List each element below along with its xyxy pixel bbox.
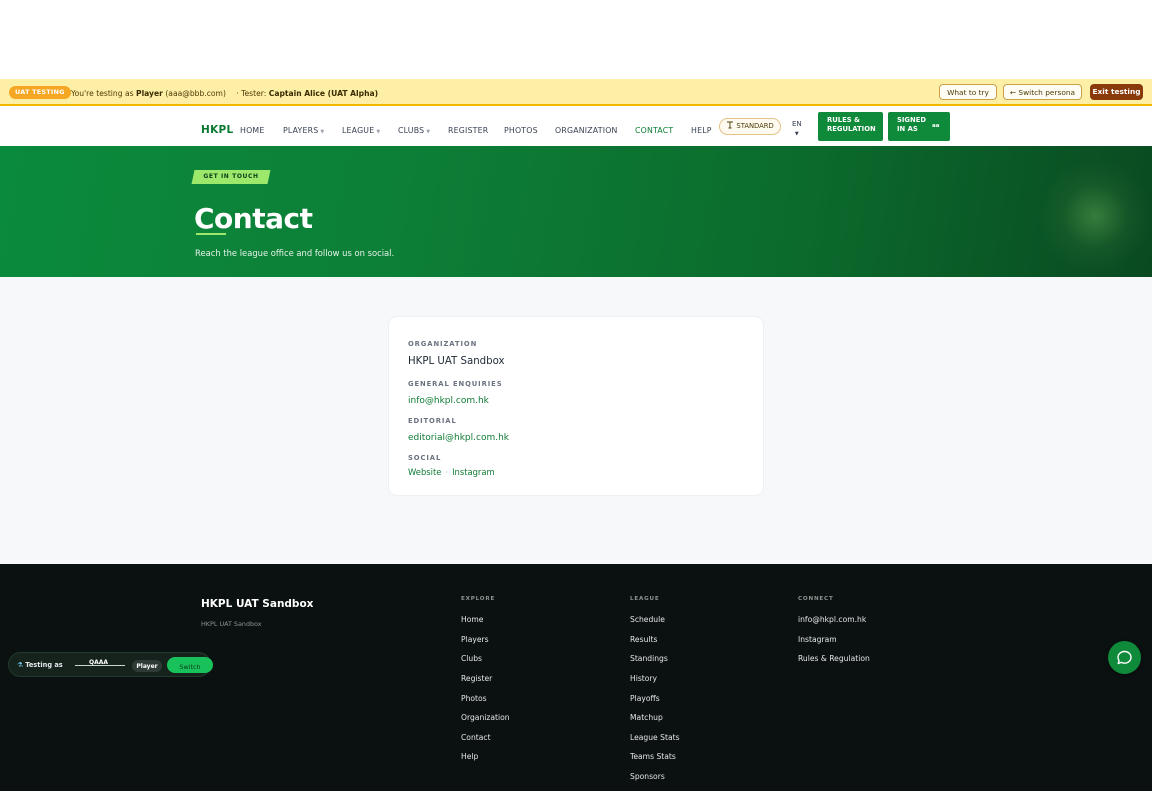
footer-brand-sub: HKPL UAT Sandbox [201,620,262,628]
rules-line-2: REGULATION [827,125,876,133]
text-mode-label: STANDARD [736,122,774,130]
rules-regulation-button[interactable]: RULES & REGULATION [818,112,883,141]
persona-role-select[interactable]: Player [132,660,162,672]
footer-link-league-stats[interactable]: League Stats [630,733,680,742]
site-footer: HKPL UAT Sandbox HKPL UAT Sandbox EXPLOR… [0,564,1152,791]
persona-label-text: Testing as [25,661,63,669]
nav-item-organization[interactable]: ORGANIZATION [555,126,618,135]
persona-label: ⚗ Testing as [17,661,63,669]
language-label: EN [792,120,802,128]
footer-link-matchup[interactable]: Matchup [630,713,663,722]
nav-item-photos[interactable]: PHOTOS [504,126,538,135]
language-select[interactable]: EN ▼ [792,120,802,139]
uat-email: (aaa@bbb.com) [165,89,226,98]
rules-line-1: RULES & [827,116,860,124]
general-enquiries-label: GENERAL ENQUIRIES [408,380,503,388]
footer-link-sponsors[interactable]: Sponsors [630,772,665,781]
editorial-email-link[interactable]: editorial@hkpl.com.hk [408,433,509,443]
nav-item-clubs-label: CLUBS [398,126,425,135]
contact-card: ORGANIZATION HKPL UAT Sandbox GENERAL EN… [389,317,763,495]
instagram-link[interactable]: Instagram [452,467,495,477]
exit-testing-button[interactable]: Exit testing [1090,84,1143,100]
what-to-try-button[interactable]: What to try [939,84,997,100]
uat-role: Player [136,89,163,98]
page-subtitle: Reach the league office and follow us on… [195,248,395,258]
nav-item-contact[interactable]: CONTACT [635,126,673,135]
footer-link-home[interactable]: Home [461,615,483,624]
nav-item-league[interactable]: LEAGUE ▼ [342,126,380,135]
footer-link-clubs[interactable]: Clubs [461,654,482,663]
social-separator: · [445,467,449,477]
editorial-label: EDITORIAL [408,417,457,425]
chat-bubble-icon [1117,650,1132,665]
uat-tester-prefix: · Tester: [236,89,267,98]
hero-kicker: GET IN TOUCH [191,170,271,184]
footer-link-rules[interactable]: Rules & Regulation [798,654,870,663]
signed-line-2: IN AS [897,125,918,133]
nav-item-home[interactable]: HOME [240,126,264,135]
general-email-link[interactable]: info@hkpl.com.hk [408,396,489,406]
footer-link-results[interactable]: Results [630,635,657,644]
footer-link-contact[interactable]: Contact [461,733,491,742]
nav-item-players[interactable]: PLAYERS ▼ [283,126,324,135]
footer-connect-heading: CONNECT [798,596,834,602]
uat-banner: UAT TESTING You're testing as Player (aa… [0,79,1152,106]
site-logo[interactable]: HKPL [201,124,234,136]
nav-item-clubs[interactable]: CLUBS ▼ [398,126,430,135]
footer-link-schedule[interactable]: Schedule [630,615,665,624]
footer-link-standings[interactable]: Standings [630,654,668,663]
flask-icon: ⚗ [17,661,23,669]
website-link[interactable]: Website [408,467,441,477]
page-title: Contact [194,202,313,235]
footer-link-email[interactable]: info@hkpl.com.hk [798,615,866,624]
footer-link-teams-stats[interactable]: Teams Stats [630,752,676,761]
nav-item-players-label: PLAYERS [283,126,319,135]
footer-brand: HKPL UAT Sandbox [201,598,314,610]
footer-link-history[interactable]: History [630,674,657,683]
main-nav: HKPL HOME PLAYERS ▼ LEAGUE ▼ CLUBS ▼ REGIST… [0,106,1152,146]
persona-name: QAAA [89,659,109,666]
uat-status-text: You're testing as Player (aaa@bbb.com) ·… [71,89,378,98]
chevron-down-icon: ▼ [376,129,381,135]
signed-line-1: SIGNED [897,116,926,124]
footer-link-organization[interactable]: Organization [461,713,510,722]
uat-badge: UAT TESTING [9,86,71,99]
hero-kicker-text: GET IN TOUCH [203,173,259,180]
uat-tester-name: Captain Alice (UAT Alpha) [268,89,379,98]
footer-link-instagram[interactable]: Instagram [798,635,837,644]
social-links: Website · Instagram [408,467,495,477]
organization-label: ORGANIZATION [408,340,478,348]
text-size-icon [727,121,734,129]
user-initials: aa [932,123,940,129]
nav-item-help[interactable]: HELP [691,126,712,135]
nav-item-league-label: LEAGUE [342,126,375,135]
main-content: ORGANIZATION HKPL UAT Sandbox GENERAL EN… [0,277,1152,564]
chevron-down-icon: ▼ [794,131,799,137]
nav-item-register[interactable]: REGISTER [448,126,488,135]
signed-in-button[interactable]: SIGNED IN AS aa [888,112,950,141]
uat-prefix: You're testing as [71,89,134,98]
chat-button[interactable] [1108,641,1141,674]
footer-link-photos[interactable]: Photos [461,694,487,703]
switch-persona-button[interactable]: ← Switch persona [1003,84,1082,100]
organization-value: HKPL UAT Sandbox [408,356,505,367]
footer-link-register[interactable]: Register [461,674,492,683]
chevron-down-icon: ▼ [320,129,325,135]
hero-banner: GET IN TOUCH Contact Reach the league of… [0,146,1152,277]
hero-glow [1035,161,1152,271]
footer-link-playoffs[interactable]: Playoffs [630,694,660,703]
footer-link-players[interactable]: Players [461,635,489,644]
text-mode-toggle[interactable]: STANDARD [719,118,781,135]
chevron-down-icon: ▼ [426,129,431,135]
persona-widget: ⚗ Testing as QAAA Player Switch [8,652,213,677]
persona-switch-button[interactable]: Switch [167,657,213,673]
footer-link-help[interactable]: Help [461,752,478,761]
social-label: SOCIAL [408,454,442,462]
title-underline [196,233,226,235]
footer-league-heading: LEAGUE [630,596,660,602]
footer-explore-heading: EXPLORE [461,596,496,602]
